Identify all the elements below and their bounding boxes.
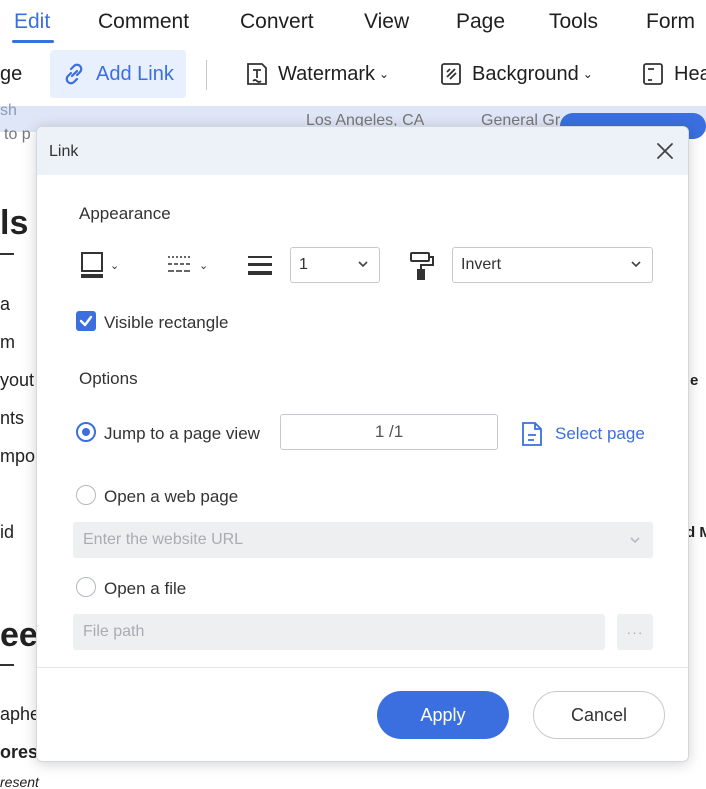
menu-bar: Edit Comment Convert View Page Tools For… — [0, 0, 706, 46]
background-label: Background — [472, 62, 579, 85]
jump-to-page-label: Jump to a page view — [104, 424, 260, 443]
toolbar-image-label: ge — [0, 62, 23, 85]
menu-comment[interactable]: Comment — [98, 10, 189, 34]
menu-view[interactable]: View — [364, 10, 409, 34]
website-url-field[interactable]: Enter the website URL — [73, 522, 653, 558]
close-icon[interactable] — [654, 140, 676, 162]
doc-line-aphe: aphe — [0, 704, 41, 724]
line-style-icon — [168, 256, 192, 272]
document-icon — [522, 422, 542, 446]
appearance-section-title: Appearance — [79, 204, 171, 223]
menu-tools[interactable]: Tools — [549, 10, 598, 34]
watermark-button[interactable]: Watermark ⌄ — [244, 50, 389, 98]
menu-page[interactable]: Page — [456, 10, 505, 34]
highlight-style-value: Invert — [461, 256, 502, 273]
doc-line-nts: nts — [0, 408, 25, 428]
add-link-label: Add Link — [96, 62, 174, 85]
line-width-select[interactable]: 1 — [290, 247, 380, 283]
doc-line-yout: yout — [0, 370, 35, 390]
doc-line-a: a — [0, 294, 11, 314]
jump-to-page-radio[interactable] — [76, 422, 96, 442]
select-page-label: Select page — [555, 424, 645, 443]
dialog-title: Link — [49, 143, 79, 160]
menu-form[interactable]: Form — [646, 10, 695, 34]
cancel-button[interactable]: Cancel — [533, 691, 665, 739]
website-url-placeholder: Enter the website URL — [83, 531, 244, 548]
background-chevron-down-icon: ⌄ — [582, 67, 593, 81]
line-width-icon — [248, 256, 272, 275]
line-width-value: 1 — [299, 256, 308, 273]
doc-right-line-dm: d M — [686, 524, 706, 541]
header-footer-icon — [643, 63, 663, 85]
visible-rectangle-label: Visible rectangle — [104, 313, 229, 332]
doc-rule-2 — [0, 664, 14, 666]
dialog-footer-divider — [37, 667, 688, 668]
page-number-input[interactable]: 1 /1 — [280, 414, 498, 450]
file-path-placeholder: File path — [83, 623, 145, 640]
doc-strip-text-2: to p — [4, 126, 31, 143]
background-icon — [441, 63, 461, 85]
doc-line-resent: resent — [0, 774, 39, 789]
page-number-value: 1 /1 — [374, 422, 404, 441]
watermark-icon — [247, 63, 267, 85]
select-page-button[interactable]: Select page — [521, 421, 645, 447]
checkmark-icon — [79, 315, 93, 327]
header-footer-button[interactable]: Hea — [640, 50, 706, 98]
watermark-chevron-down-icon: ⌄ — [379, 67, 390, 81]
toolbar-image-partial[interactable]: ge — [0, 50, 22, 98]
border-color-icon — [81, 252, 103, 278]
doc-line-id: id — [0, 522, 15, 542]
apply-button[interactable]: Apply — [377, 691, 509, 739]
url-chevron-down-icon — [630, 537, 640, 544]
highlight-style-select[interactable]: Invert — [452, 247, 653, 283]
link-dialog: Link Appearance ⌄ ⌄ 1 Invert Visible rec… — [36, 126, 689, 762]
active-menu-underline — [12, 40, 54, 43]
doc-right-line-e: e — [690, 372, 699, 389]
open-web-page-label: Open a web page — [104, 487, 239, 506]
border-color-chevron-down-icon: ⌄ — [110, 259, 120, 272]
open-file-radio[interactable] — [76, 577, 96, 597]
apply-label: Apply — [420, 704, 466, 725]
cancel-label: Cancel — [570, 704, 628, 725]
more-dots-icon: ··· — [626, 624, 644, 640]
file-path-field[interactable]: File path — [73, 614, 605, 650]
doc-strip-text-1: sh — [0, 102, 17, 119]
line-style-dropdown[interactable]: ⌄ — [167, 254, 208, 276]
line-width-chevron-down-icon — [358, 261, 368, 268]
open-web-page-radio[interactable] — [76, 485, 96, 505]
border-color-dropdown[interactable]: ⌄ — [80, 251, 119, 279]
doc-line-ores: ores — [0, 742, 39, 762]
options-section-title: Options — [79, 369, 138, 388]
paint-roller-icon — [410, 252, 434, 280]
menu-edit[interactable]: Edit — [14, 10, 50, 34]
open-file-label: Open a file — [104, 579, 187, 598]
doc-line-m: m — [0, 332, 15, 352]
line-style-chevron-down-icon: ⌄ — [199, 259, 209, 272]
header-footer-label: Hea — [674, 62, 706, 85]
toolbar-divider — [206, 60, 207, 90]
doc-line-mpo: mpo — [0, 446, 36, 466]
add-link-button[interactable]: Add Link — [50, 50, 186, 98]
edit-toolbar: ge Add Link Watermark ⌄ Background ⌄ Hea — [0, 46, 706, 106]
link-icon — [65, 63, 83, 85]
highlight-chevron-down-icon — [631, 261, 641, 268]
browse-file-button[interactable]: ··· — [617, 614, 653, 650]
dialog-header: Link — [37, 127, 688, 175]
watermark-label: Watermark — [278, 62, 376, 85]
doc-rule-1 — [0, 253, 14, 255]
doc-heading-1: ls — [0, 204, 29, 242]
menu-convert[interactable]: Convert — [240, 10, 314, 34]
background-button[interactable]: Background ⌄ — [438, 50, 593, 98]
visible-rectangle-checkbox[interactable] — [76, 311, 96, 331]
